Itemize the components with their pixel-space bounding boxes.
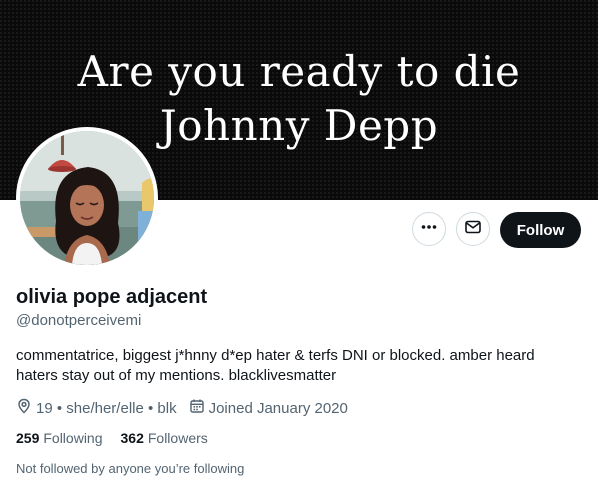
calendar-icon	[189, 398, 209, 418]
following-link[interactable]: 259 Following	[16, 430, 103, 446]
message-icon	[464, 218, 482, 241]
follow-button[interactable]: Follow	[500, 212, 581, 248]
location-text: 19 • she/her/elle • blk	[36, 399, 177, 417]
not-followed-notice: Not followed by anyone you’re following	[16, 461, 245, 476]
profile-bio: commentatrice, biggest j*hnny d*ep hater…	[16, 347, 535, 384]
followers-count: 362	[120, 430, 144, 446]
user-handle: @donotperceivemi	[16, 312, 142, 329]
following-count: 259	[16, 430, 40, 446]
message-button[interactable]	[456, 212, 490, 246]
following-label: Following	[43, 430, 103, 446]
avatar[interactable]	[16, 127, 158, 269]
more-button[interactable]	[412, 212, 446, 246]
follow-stats: 259 Following 362 Followers	[16, 430, 226, 446]
followers-link[interactable]: 362 Followers	[121, 430, 208, 446]
more-icon	[420, 218, 438, 241]
location-pin-icon	[16, 398, 36, 418]
followers-label: Followers	[147, 430, 208, 446]
banner-text-line-1: Are you ready to die	[77, 47, 521, 96]
joined-date: Joined January 2020	[208, 399, 348, 417]
profile-meta: 19 • she/her/elle • blk Joined January 2…	[16, 398, 348, 418]
display-name: olivia pope adjacent	[16, 286, 208, 308]
